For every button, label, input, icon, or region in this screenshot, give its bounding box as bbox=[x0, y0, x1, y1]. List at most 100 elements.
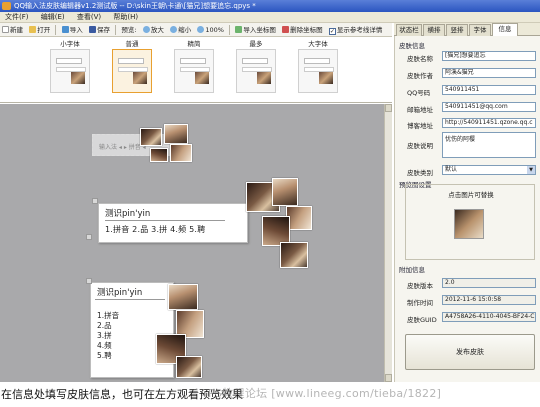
time-field: 2012-11-6 15:0:58 bbox=[442, 295, 536, 305]
resize-handle[interactable] bbox=[92, 198, 98, 204]
skin-image[interactable] bbox=[168, 284, 198, 310]
skin-image[interactable] bbox=[170, 144, 192, 162]
new-file-icon bbox=[2, 26, 9, 33]
size-large[interactable]: 大字体 bbox=[296, 40, 340, 93]
canvas-scrollbar[interactable] bbox=[384, 104, 392, 382]
version-label: 皮肤版本 bbox=[407, 282, 433, 290]
preview-hint: 点击图片可替换 bbox=[448, 191, 494, 199]
candidate-item[interactable]: 4.频 bbox=[97, 341, 119, 351]
open-button[interactable]: 打开 bbox=[27, 24, 52, 36]
guid-label: 皮肤GUID bbox=[407, 316, 437, 324]
qq-field[interactable]: 540911451 bbox=[442, 85, 536, 95]
candidate-item[interactable]: 3.拼 bbox=[97, 331, 119, 341]
skin-image[interactable] bbox=[150, 148, 168, 162]
skin-author-label: 皮肤作者 bbox=[407, 72, 433, 80]
size-normal[interactable]: 普通 bbox=[110, 40, 154, 93]
extra-group-title: 附加信息 bbox=[399, 266, 425, 274]
size-thumbnail bbox=[298, 49, 338, 93]
size-thumbnail bbox=[50, 49, 90, 93]
skin-image[interactable] bbox=[140, 128, 162, 146]
skin-info-group-title: 皮肤信息 bbox=[399, 42, 425, 50]
size-thumbnail bbox=[112, 49, 152, 93]
email-field[interactable]: 540911451@qq.com bbox=[442, 102, 536, 112]
resize-handle[interactable] bbox=[86, 278, 92, 284]
version-field: 2.0 bbox=[442, 278, 536, 288]
save-button[interactable]: 保存 bbox=[87, 24, 112, 36]
publish-skin-button[interactable]: 发布皮肤 bbox=[405, 334, 535, 370]
preview-label: 预览: bbox=[121, 26, 137, 34]
size-label: 最多 bbox=[249, 40, 263, 48]
tab-info[interactable]: 信息 bbox=[492, 23, 518, 36]
menu-help[interactable]: 帮助(H) bbox=[108, 12, 143, 23]
folder-icon bbox=[29, 26, 37, 33]
caption: 在信息处填写皮肤信息，也可在左方观看预览效果 PS教程论坛 [www.linee… bbox=[0, 382, 540, 407]
import-image-icon bbox=[235, 26, 243, 33]
desc-label: 皮肤说明 bbox=[407, 142, 433, 150]
blog-label: 博客地址 bbox=[407, 122, 433, 130]
skin-name-label: 皮肤名称 bbox=[407, 55, 433, 63]
horizontal-candidate-window[interactable]: 测识pin'yin 1.拼音 2.品 3.拼 4.频 5.聘 bbox=[98, 203, 248, 243]
checkbox-icon: ✓ bbox=[328, 28, 336, 35]
tab-font[interactable]: 字体 bbox=[469, 24, 491, 36]
size-label: 小字体 bbox=[60, 40, 80, 48]
title-bar: QQ输入法皮肤编辑器v1.2测试版 -- D:\skin王朝\卡通\[猫兄]想要… bbox=[0, 0, 540, 12]
menu-edit[interactable]: 编辑(E) bbox=[36, 12, 70, 23]
zoom-out-icon bbox=[170, 26, 178, 33]
candidate-item[interactable]: 2.品 bbox=[97, 321, 119, 331]
font-size-strip: 小字体 普通 精简 最多 大字体 bbox=[0, 37, 392, 103]
import-button[interactable]: 导入 bbox=[60, 24, 85, 36]
save-icon bbox=[88, 26, 96, 33]
size-thumbnail bbox=[174, 49, 214, 93]
blog-field[interactable]: http://540911451.qzone.qq.c bbox=[442, 118, 536, 128]
skin-author-field[interactable]: 阿溪&猫兄 bbox=[442, 68, 536, 78]
candidate-item[interactable]: 5.聘 bbox=[97, 351, 119, 361]
tab-vertical[interactable]: 竖排 bbox=[446, 24, 468, 36]
scroll-up-icon[interactable] bbox=[385, 104, 392, 112]
menu-file[interactable]: 文件(F) bbox=[0, 12, 34, 23]
size-most[interactable]: 最多 bbox=[234, 40, 278, 93]
faint-candidate-text: 输入法 ◂ ▸ 拼音 ◂ bbox=[99, 144, 146, 151]
skin-image[interactable] bbox=[176, 356, 202, 378]
toolbar-divider bbox=[229, 25, 231, 35]
size-thumbnail bbox=[236, 49, 276, 93]
candidate-list: 1.拼音 2.品 3.拼 4.频 5.聘 bbox=[105, 225, 206, 234]
skin-image[interactable] bbox=[272, 178, 298, 206]
composition-text: 测识pin'yin bbox=[105, 209, 151, 219]
type-select[interactable]: 默认 ▼ bbox=[442, 165, 536, 175]
menu-bar: 文件(F) 编辑(E) 查看(V) 帮助(H) bbox=[0, 12, 540, 23]
zoom-100-button[interactable]: 100% bbox=[195, 24, 226, 36]
zoom-in-icon bbox=[142, 26, 150, 33]
time-label: 制作时间 bbox=[407, 299, 433, 307]
chevron-down-icon[interactable]: ▼ bbox=[527, 166, 535, 174]
menu-view[interactable]: 查看(V) bbox=[72, 12, 106, 23]
size-compact[interactable]: 精简 bbox=[172, 40, 216, 93]
zoom-in-button[interactable]: 放大 bbox=[141, 24, 166, 36]
size-small[interactable]: 小字体 bbox=[48, 40, 92, 93]
scroll-down-icon[interactable] bbox=[385, 374, 392, 382]
candidate-divider bbox=[105, 220, 225, 221]
qq-label: QQ号码 bbox=[407, 89, 431, 97]
delete-image-icon bbox=[282, 26, 290, 33]
new-button[interactable]: 新建 bbox=[0, 24, 25, 36]
size-label: 大字体 bbox=[308, 40, 328, 48]
preview-image[interactable] bbox=[454, 209, 484, 239]
delete-coords-button[interactable]: 删除坐标图 bbox=[280, 24, 325, 36]
import-coords-button[interactable]: 导入坐标图 bbox=[233, 24, 278, 36]
skin-name-field[interactable]: [猫兄]想要追忘 bbox=[442, 51, 536, 61]
skin-image[interactable] bbox=[280, 242, 308, 268]
import-icon bbox=[61, 26, 69, 33]
candidate-vertical-list: 1.拼音 2.品 3.拼 4.频 5.聘 bbox=[97, 311, 119, 361]
zoom-out-button[interactable]: 缩小 bbox=[168, 24, 193, 36]
toolbar-divider bbox=[115, 25, 117, 35]
show-ref-toggle[interactable]: ✓ 显示参考线详情 bbox=[327, 24, 385, 36]
type-select-value: 默认 bbox=[445, 166, 458, 173]
skin-image[interactable] bbox=[164, 124, 188, 144]
skin-canvas[interactable]: 输入法 ◂ ▸ 拼音 ◂ 测识pin'yin 1.拼音 2.品 3.拼 4.频 … bbox=[0, 104, 384, 382]
desc-field[interactable]: 忧伤的阿樱 bbox=[442, 132, 536, 158]
preview-frame: 点击图片可替换 bbox=[405, 184, 535, 260]
tab-statusbar[interactable]: 状态栏 bbox=[396, 24, 422, 36]
email-label: 邮箱地址 bbox=[407, 106, 433, 114]
resize-handle[interactable] bbox=[86, 234, 92, 240]
candidate-item[interactable]: 1.拼音 bbox=[97, 311, 119, 321]
tab-horizontal[interactable]: 横排 bbox=[423, 24, 445, 36]
